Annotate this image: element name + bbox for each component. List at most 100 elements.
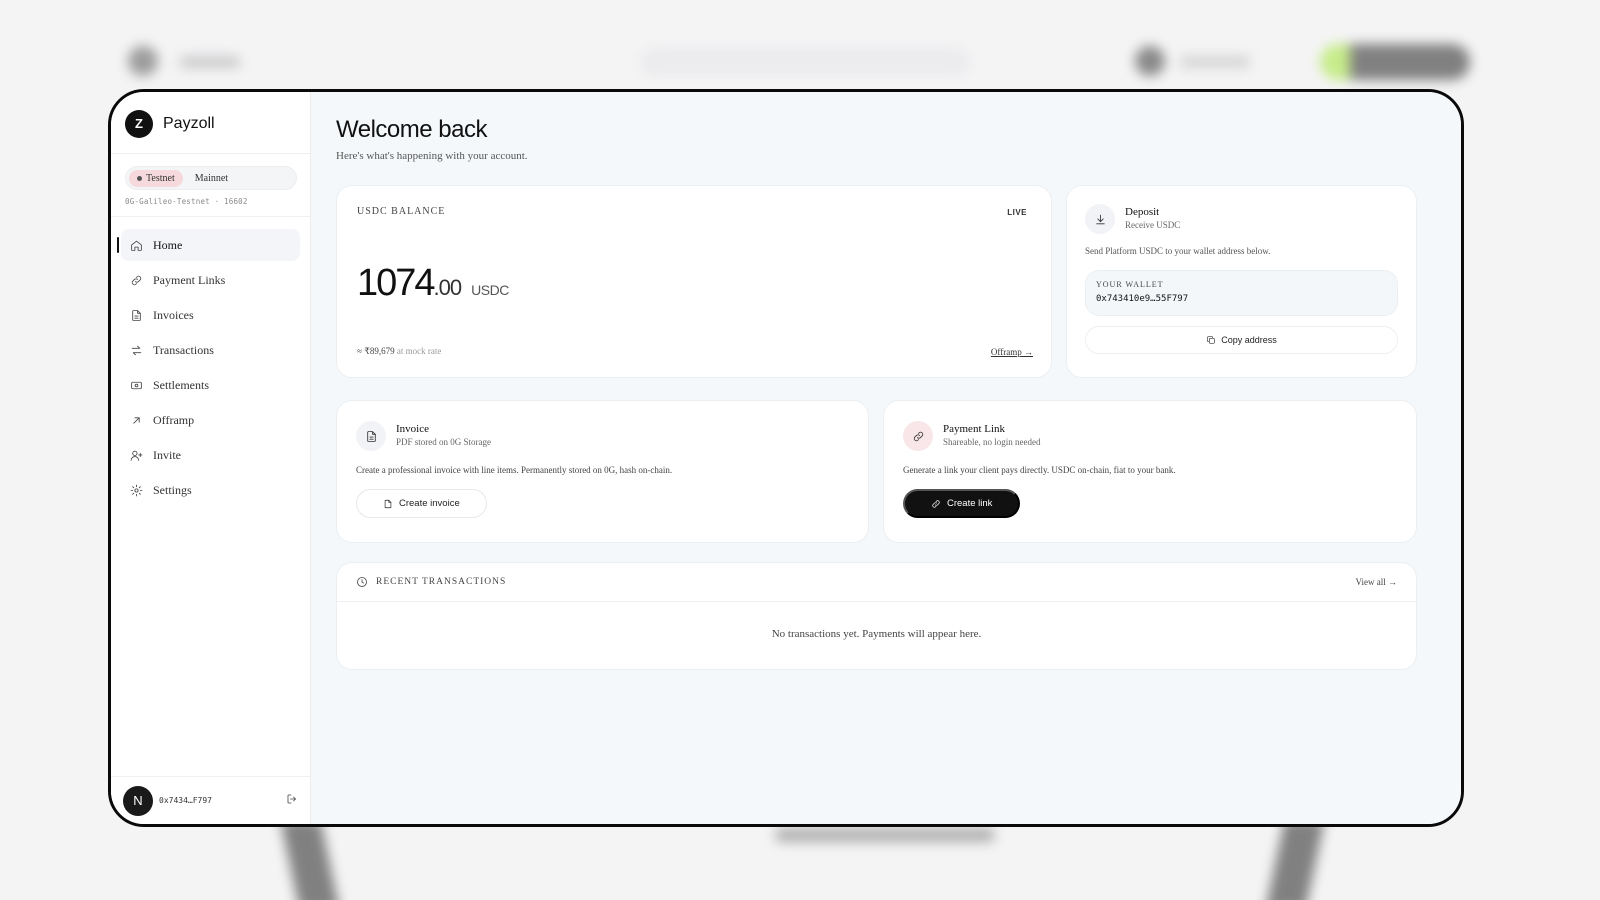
live-badge: LIVE xyxy=(1007,208,1027,217)
wallet-address[interactable]: 0x743410e9…55F797 xyxy=(1096,294,1387,304)
deposit-card: Deposit Receive USDC Send Platform USDC … xyxy=(1066,185,1417,378)
wallet-label: YOUR WALLET xyxy=(1096,280,1164,289)
link-icon xyxy=(129,273,143,287)
copy-address-label: Copy address xyxy=(1221,335,1277,345)
link-icon xyxy=(903,421,933,451)
payment-link-description: Generate a link your client pays directl… xyxy=(903,465,1176,475)
clock-icon xyxy=(357,577,367,587)
balance-decimal: .00 xyxy=(433,275,463,300)
payment-link-subtitle: Shareable, no login needed xyxy=(943,437,1041,447)
brand-logo: Z xyxy=(125,109,153,138)
balance-card: USDC BALANCE LIVE 1074 .00 USDC ≈ ₹89,67… xyxy=(336,185,1052,378)
sidebar-footer: N 0x7434…F797 xyxy=(111,776,310,824)
create-invoice-label: Create invoice xyxy=(399,498,460,509)
invoice-card: Invoice PDF stored on 0G Storage Create … xyxy=(336,400,869,543)
payment-link-header: Payment Link Shareable, no login needed xyxy=(903,421,1397,451)
sidebar-item-label: Settings xyxy=(153,482,192,497)
payment-link-card: Payment Link Shareable, no login needed … xyxy=(883,400,1417,543)
background-logo xyxy=(128,46,158,76)
logout-icon[interactable] xyxy=(286,792,298,810)
network-option-mainnet[interactable]: Mainnet xyxy=(187,170,236,187)
invoice-title: Invoice xyxy=(396,423,429,435)
background-bar xyxy=(775,828,995,842)
sidebar-item-payment-links[interactable]: Payment Links xyxy=(121,264,300,296)
sidebar-item-label: Transactions xyxy=(153,342,214,357)
sidebar-item-label: Invite xyxy=(153,447,181,462)
empty-state: No transactions yet. Payments will appea… xyxy=(771,628,982,640)
background-avatar xyxy=(1135,46,1165,76)
background-nav xyxy=(640,48,970,76)
copy-icon xyxy=(1207,336,1215,344)
user-plus-icon xyxy=(129,448,143,462)
sidebar-item-label: Home xyxy=(153,237,183,252)
sidebar-item-label: Payment Links xyxy=(153,272,226,287)
fiat-note: at mock rate xyxy=(396,346,442,356)
sidebar-nav: Home Payment Links Invoices Transactions… xyxy=(111,217,310,521)
home-icon xyxy=(129,238,143,252)
background-avatar-text xyxy=(1180,56,1250,68)
sidebar-item-label: Offramp xyxy=(153,412,195,427)
download-icon xyxy=(1085,204,1115,234)
network-option-testnet[interactable]: Testnet xyxy=(129,169,183,187)
document-icon xyxy=(384,499,392,508)
wallet-box: YOUR WALLET 0x743410e9…55F797 xyxy=(1085,270,1398,316)
fiat-value: ≈ ₹89,679 xyxy=(357,346,395,356)
arrow-up-right-icon xyxy=(129,413,143,427)
recent-transactions-title: RECENT TRANSACTIONS xyxy=(376,577,507,587)
payment-link-title: Payment Link xyxy=(943,423,1006,435)
fiat-equivalent: ≈ ₹89,679 at mock rate xyxy=(357,346,441,357)
invoice-header: Invoice PDF stored on 0G Storage xyxy=(356,421,849,451)
network-toggle: Testnet Mainnet xyxy=(125,166,297,190)
link-icon xyxy=(932,499,940,508)
cash-icon xyxy=(129,378,143,392)
deposit-header: Deposit Receive USDC xyxy=(1085,204,1398,234)
background-stand-left xyxy=(280,820,340,900)
create-link-button[interactable]: Create link xyxy=(903,489,1021,518)
sidebar-item-settlements[interactable]: Settlements xyxy=(121,369,300,401)
page-subtitle: Here's what's happening with your accoun… xyxy=(336,150,528,162)
sidebar-item-label: Settlements xyxy=(153,377,209,392)
main-content: Welcome back Here's what's happening wit… xyxy=(311,92,1461,824)
sidebar-item-transactions[interactable]: Transactions xyxy=(121,334,300,366)
invoice-description: Create a professional invoice with line … xyxy=(356,465,673,475)
sidebar-item-home[interactable]: Home xyxy=(117,229,300,261)
sidebar-item-settings[interactable]: Settings xyxy=(121,474,300,506)
balance-label: USDC BALANCE xyxy=(357,206,446,217)
document-icon xyxy=(129,308,143,322)
view-all-link[interactable]: View all → xyxy=(1356,577,1397,587)
sidebar-item-label: Invoices xyxy=(153,307,194,322)
sidebar-item-offramp[interactable]: Offramp xyxy=(121,404,300,436)
sidebar-item-invite[interactable]: Invite xyxy=(121,439,300,471)
wallet-address-short: 0x7434…F797 xyxy=(159,796,212,805)
create-invoice-button[interactable]: Create invoice xyxy=(356,489,487,518)
network-section: Testnet Mainnet 0G-Galileo-Testnet · 166… xyxy=(111,154,310,217)
gear-icon xyxy=(129,483,143,497)
arrows-swap-icon xyxy=(129,343,143,357)
deposit-description: Send Platform USDC to your wallet addres… xyxy=(1085,246,1271,256)
balance-integer: 1074 xyxy=(357,262,436,304)
document-icon xyxy=(356,421,386,451)
brand[interactable]: Z Payzoll xyxy=(111,92,310,154)
avatar[interactable]: N xyxy=(123,785,153,816)
chain-label: 0G-Galileo-Testnet · 16602 xyxy=(125,197,248,206)
app-window: Z Payzoll Testnet Mainnet 0G-Galileo-Tes… xyxy=(108,89,1464,827)
balance-amount: 1074 .00 USDC xyxy=(357,262,509,305)
background-cta xyxy=(1320,44,1470,80)
network-option-label: Testnet xyxy=(146,172,175,184)
brand-name: Payzoll xyxy=(163,114,215,132)
sidebar: Z Payzoll Testnet Mainnet 0G-Galileo-Tes… xyxy=(111,92,311,824)
page-title: Welcome back xyxy=(336,116,487,143)
recent-transactions-card: RECENT TRANSACTIONS View all → No transa… xyxy=(336,562,1417,670)
invoice-subtitle: PDF stored on 0G Storage xyxy=(396,437,491,447)
recent-transactions-header: RECENT TRANSACTIONS View all → xyxy=(337,563,1416,602)
status-dot-icon xyxy=(137,175,142,181)
create-link-label: Create link xyxy=(947,498,993,509)
background-logo-text xyxy=(180,56,240,68)
offramp-link[interactable]: Offramp → xyxy=(991,347,1033,357)
copy-address-button[interactable]: Copy address xyxy=(1085,326,1398,354)
background-stand-right xyxy=(1265,820,1325,900)
deposit-subtitle: Receive USDC xyxy=(1125,220,1181,230)
deposit-title: Deposit xyxy=(1125,206,1160,218)
sidebar-item-invoices[interactable]: Invoices xyxy=(121,299,300,331)
balance-unit: USDC xyxy=(471,282,509,298)
